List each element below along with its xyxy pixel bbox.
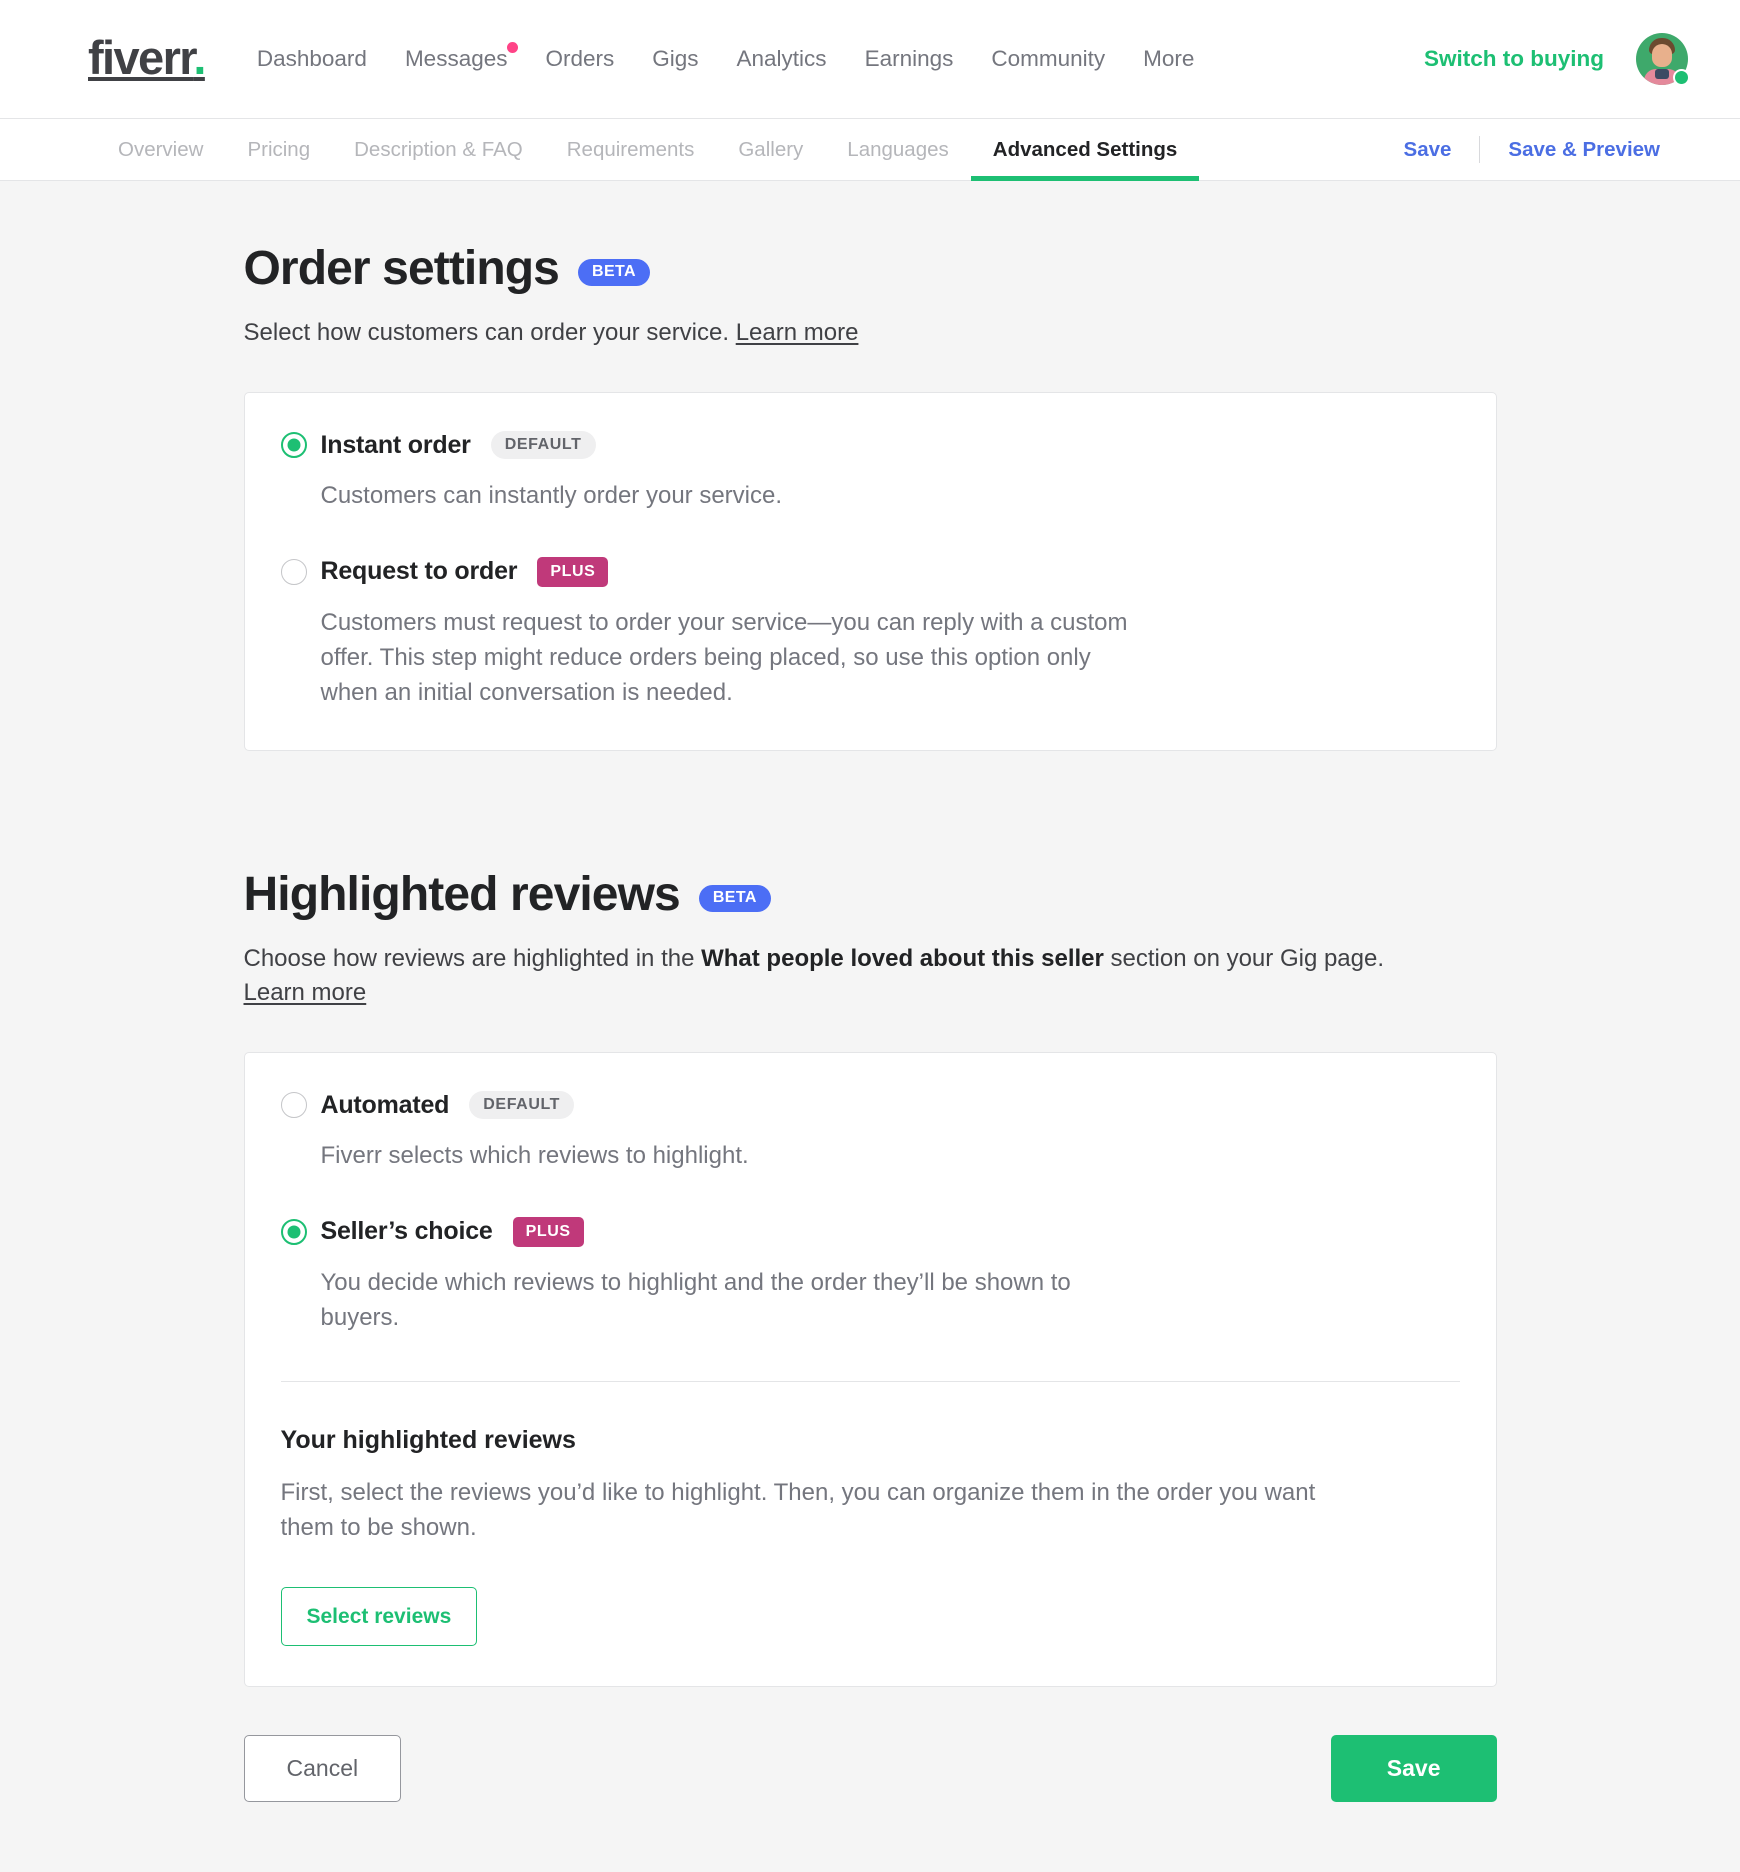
main-navigation: Dashboard Messages Orders Gigs Analytics…: [257, 42, 1390, 72]
nav-item-earnings[interactable]: Earnings: [865, 46, 954, 72]
tab-languages[interactable]: Languages: [825, 119, 970, 180]
default-badge: DEFAULT: [490, 431, 596, 460]
your-highlighted-reviews-heading: Your highlighted reviews: [280, 1426, 576, 1455]
plus-badge: PLUS: [537, 556, 609, 587]
tab-requirements[interactable]: Requirements: [545, 119, 717, 180]
highlighted-reviews-card: Automated DEFAULT Fiverr selects which r…: [243, 1051, 1497, 1688]
your-highlighted-reviews-description: First, select the reviews you’d like to …: [280, 1479, 1316, 1542]
tab-advanced-settings[interactable]: Advanced Settings: [970, 119, 1200, 181]
nav-label: Earnings: [864, 46, 954, 71]
tab-label: Advanced Settings: [992, 137, 1178, 161]
tab-label: Pricing: [247, 137, 311, 161]
nav-label: Gigs: [652, 46, 699, 71]
tab-gallery[interactable]: Gallery: [716, 119, 825, 180]
option-description: Fiverr selects which reviews to highligh…: [320, 1141, 749, 1169]
card-divider: [280, 1381, 1460, 1383]
radio-automated[interactable]: [280, 1092, 307, 1119]
tab-pricing[interactable]: Pricing: [225, 119, 332, 180]
highlighted-reviews-description: Choose how reviews are highlighted in th…: [244, 942, 1474, 1010]
option-description: Customers must request to order your ser…: [320, 608, 1128, 706]
option-description: Customers can instantly order your servi…: [320, 481, 783, 509]
nav-item-dashboard[interactable]: Dashboard: [257, 46, 367, 72]
nav-item-more[interactable]: More: [1143, 46, 1194, 72]
highlighted-reviews-title: Highlighted reviews BETA: [243, 868, 1497, 922]
unread-notification-dot: [507, 42, 519, 53]
nav-item-messages[interactable]: Messages: [404, 42, 519, 72]
order-settings-title: Order settings BETA: [243, 242, 1497, 296]
nav-label: Community: [991, 46, 1106, 71]
order-option-request-to-order[interactable]: Request to order PLUS Customers must req…: [280, 556, 1460, 710]
option-label: Seller’s choice: [320, 1217, 493, 1246]
option-header: Request to order PLUS: [280, 556, 1460, 587]
tab-description-and-faq[interactable]: Description & FAQ: [332, 119, 545, 180]
top-header: fiverr. Dashboard Messages Orders Gigs A…: [0, 0, 1740, 119]
option-header: Instant order DEFAULT: [280, 430, 1460, 460]
plus-badge: PLUS: [512, 1216, 584, 1247]
radio-instant-order[interactable]: [280, 432, 307, 459]
header-save-and-preview-link[interactable]: Save & Preview: [1480, 138, 1688, 162]
fiverr-logo[interactable]: fiverr.: [88, 30, 207, 84]
tab-actions: Save Save & Preview: [1376, 119, 1688, 180]
tab-label: Description & FAQ: [354, 137, 523, 161]
cancel-button[interactable]: Cancel: [243, 1735, 402, 1803]
footer-actions: Cancel Save: [243, 1735, 1497, 1872]
hr-desc-part-2: section on your Gig page.: [1103, 944, 1385, 972]
save-button[interactable]: Save: [1330, 1735, 1497, 1803]
nav-label: Orders: [545, 46, 615, 71]
switch-to-buying-link[interactable]: Switch to buying: [1424, 46, 1604, 72]
tab-label: Languages: [847, 137, 949, 161]
review-option-automated[interactable]: Automated DEFAULT Fiverr selects which r…: [280, 1090, 1460, 1173]
header-save-link[interactable]: Save: [1376, 138, 1480, 162]
option-header: Automated DEFAULT: [280, 1090, 1460, 1120]
content-container: Order settings BETA Select how customers…: [243, 181, 1497, 1872]
option-label: Instant order: [320, 430, 471, 459]
highlighted-reviews-heading-text: Highlighted reviews: [243, 868, 681, 921]
tab-list: Overview Pricing Description & FAQ Requi…: [118, 119, 1376, 181]
option-label: Request to order: [320, 557, 518, 586]
nav-label: More: [1143, 46, 1195, 71]
tab-label: Overview: [118, 137, 204, 161]
select-reviews-button[interactable]: Select reviews: [280, 1587, 478, 1647]
gig-editor-tabs: Overview Pricing Description & FAQ Requi…: [0, 119, 1740, 181]
order-settings-card: Instant order DEFAULT Customers can inst…: [243, 391, 1497, 751]
hr-desc-bold: What people loved about this seller: [701, 944, 1104, 972]
beta-badge: BETA: [698, 884, 771, 912]
radio-sellers-choice[interactable]: [280, 1218, 307, 1245]
order-option-instant-order[interactable]: Instant order DEFAULT Customers can inst…: [280, 430, 1460, 513]
tab-overview[interactable]: Overview: [118, 119, 225, 180]
option-description: You decide which reviews to highlight an…: [320, 1268, 1071, 1332]
highlighted-reviews-learn-more-link[interactable]: Learn more: [244, 979, 367, 1006]
logo-text: fiverr: [88, 30, 195, 84]
online-status-indicator: [1673, 69, 1690, 86]
order-settings-heading-text: Order settings: [243, 242, 560, 295]
option-label: Automated: [320, 1090, 450, 1119]
order-settings-description: Select how customers can order your serv…: [244, 316, 1474, 350]
tab-label: Gallery: [738, 137, 804, 161]
nav-label: Analytics: [736, 46, 827, 71]
nav-label: Messages: [404, 46, 508, 71]
nav-item-gigs[interactable]: Gigs: [652, 46, 698, 72]
nav-item-community[interactable]: Community: [991, 46, 1105, 72]
avatar[interactable]: [1636, 33, 1690, 86]
review-option-sellers-choice[interactable]: Seller’s choice PLUS You decide which re…: [280, 1216, 1460, 1335]
page-body: Order settings BETA Select how customers…: [0, 181, 1740, 1872]
nav-item-analytics[interactable]: Analytics: [737, 46, 827, 72]
order-settings-description-text: Select how customers can order your serv…: [243, 318, 730, 346]
default-badge: DEFAULT: [469, 1091, 575, 1120]
hr-desc-part-1: Choose how reviews are highlighted in th…: [243, 944, 702, 972]
nav-item-orders[interactable]: Orders: [545, 46, 614, 72]
tab-label: Requirements: [566, 137, 695, 161]
option-header: Seller’s choice PLUS: [280, 1216, 1460, 1247]
radio-request-to-order[interactable]: [280, 558, 307, 585]
order-settings-learn-more-link[interactable]: Learn more: [736, 319, 859, 346]
nav-label: Dashboard: [256, 46, 367, 71]
beta-badge: BETA: [577, 258, 650, 286]
logo-dot: .: [193, 30, 206, 84]
